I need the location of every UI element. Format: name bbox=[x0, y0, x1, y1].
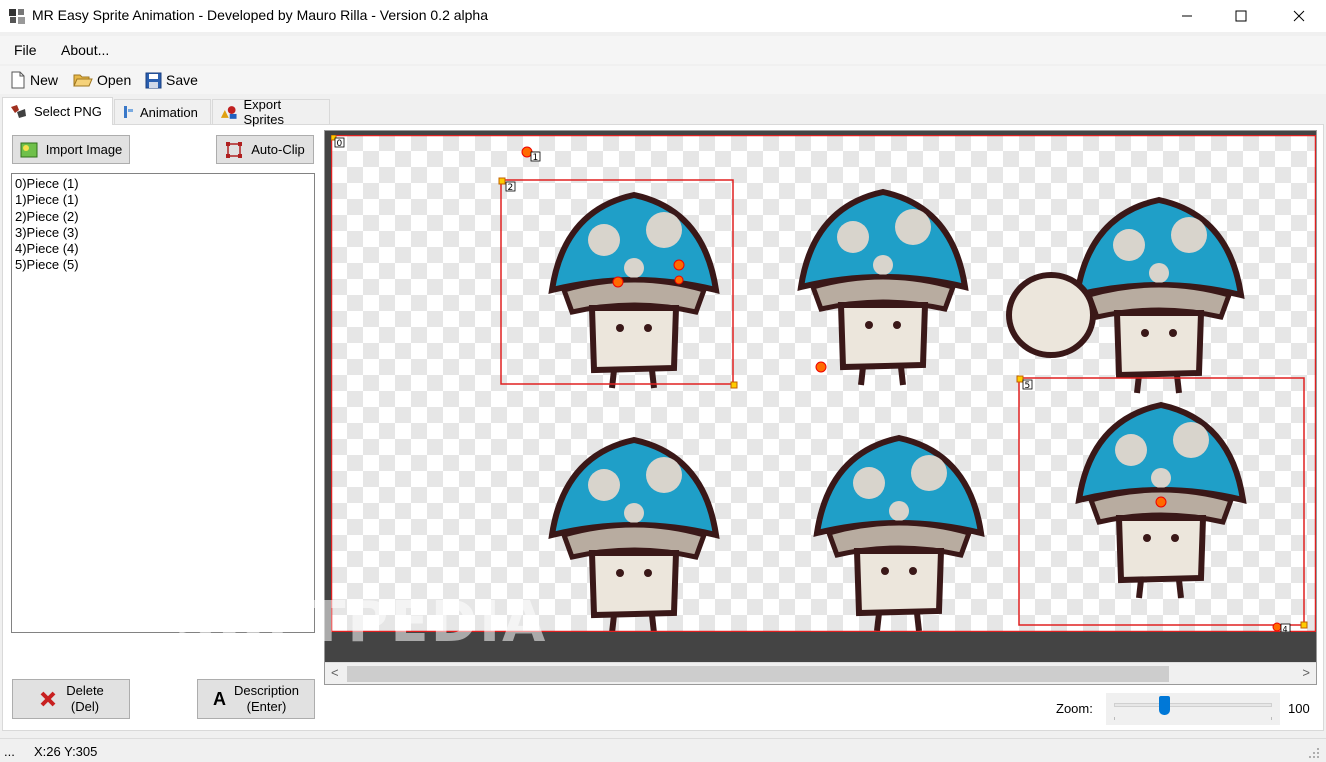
handle[interactable] bbox=[1016, 375, 1024, 383]
menu-file[interactable]: File bbox=[14, 42, 37, 58]
sprite-frame-4 bbox=[552, 440, 716, 632]
list-item[interactable]: 1)Piece (1) bbox=[15, 192, 311, 208]
tab-select-png-label: Select PNG bbox=[34, 104, 102, 119]
new-label: New bbox=[30, 72, 59, 88]
delete-shortcut: (Del) bbox=[70, 699, 100, 714]
title-bar: MR Easy Sprite Animation - Developed by … bbox=[0, 0, 1326, 32]
marker-1: 1 bbox=[533, 153, 539, 163]
tab-animation-label: Animation bbox=[140, 104, 198, 120]
sprite-frame-1 bbox=[552, 195, 716, 388]
handle[interactable] bbox=[730, 381, 738, 389]
list-item[interactable]: 5)Piece (5) bbox=[15, 257, 311, 273]
tab-export-sprites-label: Export Sprites bbox=[243, 97, 284, 127]
sprite-frame-3 bbox=[1077, 200, 1241, 393]
pivot-point[interactable] bbox=[674, 275, 684, 285]
pivot-point[interactable] bbox=[612, 276, 624, 288]
scroll-right-arrow-icon[interactable]: > bbox=[1302, 665, 1310, 680]
menu-bar: File About... bbox=[0, 36, 1326, 64]
open-label: Open bbox=[97, 72, 132, 88]
save-disk-icon bbox=[145, 72, 162, 88]
zoom-label: Zoom: bbox=[1056, 701, 1093, 716]
window-title: MR Easy Sprite Animation - Developed by … bbox=[32, 7, 488, 23]
open-button[interactable]: Open bbox=[73, 69, 131, 91]
canvas-horizontal-scrollbar[interactable]: < > bbox=[325, 662, 1316, 684]
description-text: Description (Enter) bbox=[234, 683, 299, 715]
zoom-slider[interactable] bbox=[1106, 693, 1280, 725]
list-item[interactable]: 4)Piece (4) bbox=[15, 241, 311, 257]
import-image-button[interactable]: Import Image bbox=[12, 135, 130, 164]
pivot-point[interactable] bbox=[1155, 496, 1167, 508]
import-image-label: Import Image bbox=[45, 142, 123, 157]
status-bar: ... X:26 Y:305 bbox=[0, 738, 1326, 762]
zoom-slider-rail bbox=[1114, 703, 1272, 707]
image-icon bbox=[20, 142, 38, 157]
description-label: Description bbox=[233, 683, 300, 698]
letter-a-icon: A bbox=[212, 688, 226, 709]
menu-about[interactable]: About... bbox=[61, 42, 109, 58]
pivot-point[interactable] bbox=[1272, 622, 1282, 632]
cursor-coordinates: X:26 Y:305 bbox=[34, 744, 98, 759]
auto-clip-button[interactable]: Auto-Clip bbox=[216, 135, 314, 164]
description-button[interactable]: A Description (Enter) bbox=[197, 679, 315, 719]
puzzle-pieces-icon bbox=[11, 104, 26, 118]
pieces-list[interactable]: 0)Piece (1) 1)Piece (1) 2)Piece (2) 3)Piece… bbox=[11, 173, 315, 633]
tab-animation[interactable]: Animation bbox=[114, 99, 211, 124]
description-shortcut: (Enter) bbox=[246, 699, 287, 714]
marker-4: 4 bbox=[1283, 625, 1288, 632]
tab-export-sprites[interactable]: Export Sprites bbox=[212, 97, 330, 127]
save-label: Save bbox=[166, 72, 198, 88]
delete-x-icon bbox=[40, 691, 56, 707]
app-icon bbox=[9, 9, 25, 24]
maximize-icon bbox=[1235, 10, 1247, 22]
pivot-point[interactable] bbox=[815, 361, 827, 373]
delete-label: Delete bbox=[66, 683, 104, 698]
app-window: MR Easy Sprite Animation - Developed by … bbox=[0, 0, 1326, 762]
toolbar: New Open Save bbox=[0, 66, 1326, 94]
zoom-slider-ticks bbox=[1114, 717, 1272, 720]
tab-strip: Select PNG Animation Export Sprites bbox=[0, 97, 1326, 127]
zoom-value: 100 bbox=[1288, 701, 1310, 716]
pivot-point[interactable] bbox=[521, 146, 533, 158]
zoom-slider-thumb[interactable] bbox=[1159, 696, 1170, 715]
folder-open-icon bbox=[73, 74, 93, 87]
pivot-point[interactable] bbox=[673, 259, 685, 271]
tab-select-png[interactable]: Select PNG bbox=[2, 97, 113, 125]
watermark: SOFTPEDIA bbox=[175, 590, 548, 655]
sprite-sheet: 0 1 2 5 4 bbox=[331, 135, 1316, 632]
animation-icon bbox=[124, 106, 133, 118]
minimize-icon bbox=[1182, 15, 1192, 17]
delete-text: Delete (Del) bbox=[66, 683, 104, 715]
minimize-button[interactable] bbox=[1164, 0, 1210, 32]
status-prefix: ... bbox=[4, 744, 15, 759]
list-item[interactable]: 3)Piece (3) bbox=[15, 225, 311, 241]
scroll-left-arrow-icon[interactable]: < bbox=[331, 665, 339, 680]
scroll-thumb[interactable] bbox=[347, 666, 1169, 682]
export-shapes-icon bbox=[220, 106, 237, 119]
resize-grip-icon[interactable] bbox=[1308, 747, 1320, 759]
auto-clip-label: Auto-Clip bbox=[251, 142, 305, 157]
new-file-icon bbox=[11, 71, 25, 89]
fist-shape bbox=[1006, 272, 1096, 358]
close-button[interactable] bbox=[1276, 0, 1322, 32]
save-button[interactable]: Save bbox=[145, 69, 198, 91]
list-item[interactable]: 0)Piece (1) bbox=[15, 176, 311, 192]
marker-0: 0 bbox=[337, 139, 343, 149]
crop-frame-icon bbox=[226, 141, 243, 158]
sprite-frame-2 bbox=[801, 192, 965, 385]
handle[interactable] bbox=[498, 177, 506, 185]
sprite-canvas[interactable]: 0 1 2 5 4 bbox=[331, 135, 1316, 632]
new-button[interactable]: New bbox=[10, 69, 58, 91]
maximize-button[interactable] bbox=[1218, 0, 1264, 32]
marker-5: 5 bbox=[1025, 381, 1031, 391]
close-icon bbox=[1293, 10, 1305, 22]
sprite-frame-5 bbox=[817, 438, 981, 631]
delete-button[interactable]: Delete (Del) bbox=[12, 679, 130, 719]
handle[interactable] bbox=[1300, 621, 1308, 629]
marker-2: 2 bbox=[508, 183, 514, 193]
list-item[interactable]: 2)Piece (2) bbox=[15, 209, 311, 225]
